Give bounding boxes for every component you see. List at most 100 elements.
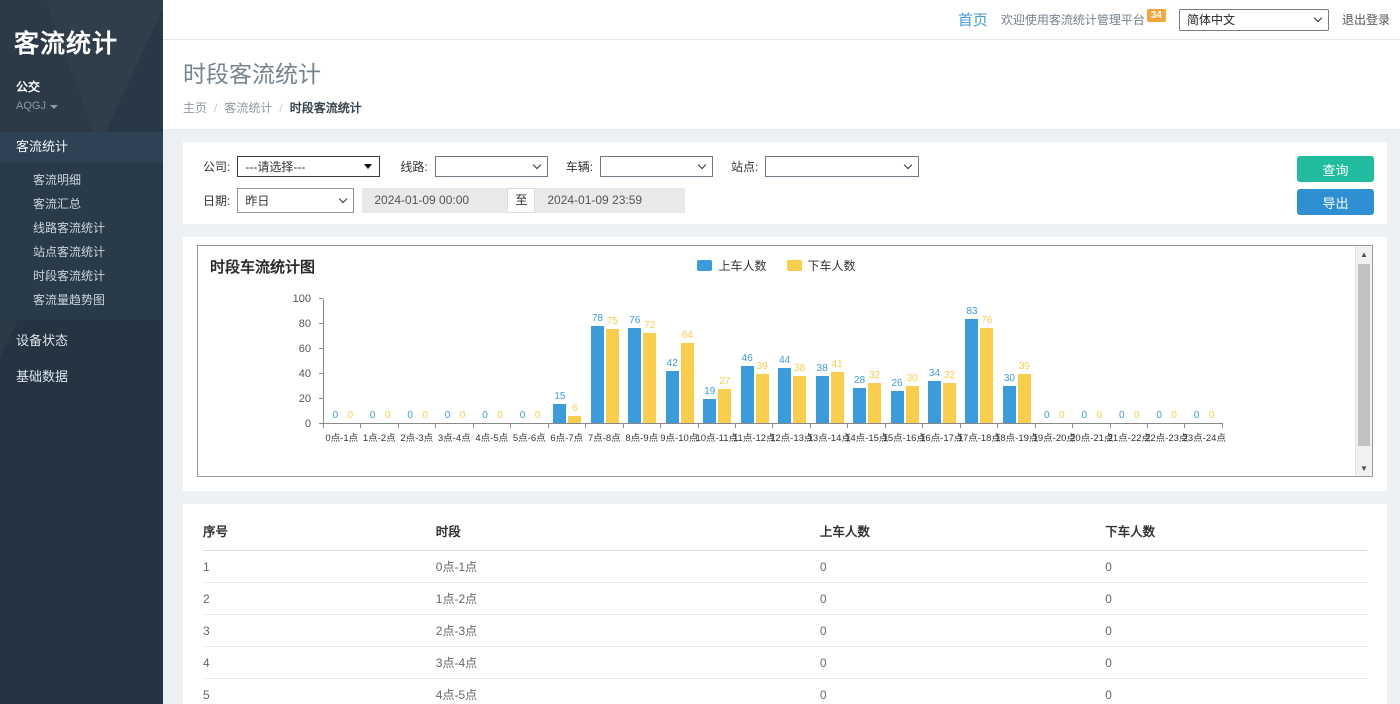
barwrap: 42 — [666, 298, 679, 423]
y-tick-label: 20 — [299, 393, 311, 405]
vehicle-select[interactable] — [600, 156, 713, 177]
scrollbar-thumb[interactable] — [1358, 264, 1370, 446]
barwrap: 0 — [456, 298, 469, 423]
sidebar-subitem-1[interactable]: 客流汇总 — [0, 192, 163, 216]
x-tick-label: 15点-16点 — [886, 430, 924, 444]
legend-item[interactable]: 下车人数 — [787, 257, 856, 274]
bar-alighting — [718, 389, 731, 423]
line-select[interactable] — [435, 156, 548, 177]
bar-alighting — [793, 376, 806, 424]
chart-box: 时段车流统计图 上车人数下车人数 020406080100 0000000000… — [197, 245, 1373, 477]
table-cell: 0 — [820, 583, 1105, 615]
y-tick-label: 80 — [299, 318, 311, 330]
x-axis-labels: 0点-1点1点-2点2点-3点3点-4点4点-5点5点-6点6点-7点7点-8点… — [323, 430, 1223, 444]
sidebar-item-1[interactable]: 基础数据 — [0, 362, 163, 392]
page-header: 时段客流统计 主页/客流统计/时段客流统计 — [163, 40, 1400, 130]
x-tick-label: 4点-5点 — [473, 430, 511, 444]
bar-boarding — [703, 399, 716, 423]
welcome-text: 欢迎使用客流统计管理平台34 — [1001, 11, 1166, 28]
content-area: 公司: ---请选择--- 线路: 车辆: 站点: — [163, 130, 1400, 704]
x-tick-label: 11点-12点 — [736, 430, 774, 444]
barwrap: 0 — [329, 298, 342, 423]
x-tick-label: 21点-22点 — [1111, 430, 1149, 444]
notification-badge[interactable]: 34 — [1147, 9, 1166, 22]
app-brand: 客流统计 — [0, 0, 163, 60]
scroll-up-arrow-icon[interactable]: ▲ — [1356, 246, 1372, 262]
table-cell: 0 — [1105, 583, 1367, 615]
bar-group: 3841 — [811, 298, 848, 423]
sidebar-subitem-5[interactable]: 客流量趋势图 — [0, 288, 163, 312]
company-select-value: ---请选择--- — [245, 158, 305, 175]
breadcrumb-separator: / — [279, 101, 282, 115]
table-cell: 3点-4点 — [436, 647, 820, 679]
y-axis: 020406080100 — [210, 299, 323, 424]
date-start-input[interactable]: 2024-01-09 00:00 — [362, 188, 507, 213]
date-preset-select[interactable]: 昨日 — [237, 188, 354, 213]
breadcrumb-current: 时段客流统计 — [290, 101, 362, 115]
company-select[interactable]: ---请选择--- — [237, 156, 380, 177]
barwrap: 0 — [1078, 298, 1091, 423]
table-cell: 2点-3点 — [436, 615, 820, 647]
bar-boarding — [928, 381, 941, 424]
table-cell: 3 — [203, 615, 436, 647]
welcome-label: 欢迎使用客流统计管理平台 — [1001, 13, 1145, 27]
station-label: 站点: — [731, 158, 758, 175]
barwrap: 0 — [1115, 298, 1128, 423]
bar-alighting — [868, 383, 881, 423]
chevron-down-icon — [904, 161, 912, 169]
sidebar-subitem-4[interactable]: 时段客流统计 — [0, 264, 163, 288]
main-area: 首页 欢迎使用客流统计管理平台34 简体中文 退出登录 时段客流统计 主页 / 客流… — [163, 0, 1400, 704]
barwrap: 0 — [366, 298, 379, 423]
barwrap: 76 — [980, 298, 993, 423]
date-preset-value: 昨日 — [245, 192, 269, 209]
home-link[interactable]: 首页 — [958, 9, 988, 30]
x-tick-label: 1点-2点 — [361, 430, 399, 444]
x-tick-label: 23点-24点 — [1186, 430, 1224, 444]
legend-label: 上车人数 — [718, 257, 766, 274]
language-value: 简体中文 — [1187, 11, 1235, 28]
action-buttons: 查询 导出 — [1297, 156, 1374, 215]
barwrap: 0 — [381, 298, 394, 423]
sidebar-subitem-2[interactable]: 线路客流统计 — [0, 216, 163, 240]
bar-group: 00 — [511, 298, 548, 423]
export-button[interactable]: 导出 — [1297, 189, 1374, 215]
x-tick-label: 8点-9点 — [623, 430, 661, 444]
sidebar-item-0[interactable]: 设备状态 — [0, 326, 163, 356]
x-tick-label: 14点-15点 — [848, 430, 886, 444]
query-button[interactable]: 查询 — [1297, 156, 1374, 182]
bar-boarding — [666, 371, 679, 424]
sidebar-section-passenger-stats[interactable]: 客流统计 — [0, 132, 163, 162]
vehicle-label: 车辆: — [566, 158, 593, 175]
bar-alighting — [906, 386, 919, 424]
page-title: 时段客流统计 — [183, 55, 1400, 89]
chart-plot-area: 020406080100 000000000000156787576724264… — [210, 299, 1223, 444]
breadcrumb-home[interactable]: 主页 — [183, 101, 207, 115]
language-select[interactable]: 简体中文 — [1179, 9, 1329, 31]
breadcrumb-passenger-stats[interactable]: 客流统计 — [224, 101, 272, 115]
filter-row-selects: 公司: ---请选择--- 线路: 车辆: 站点: — [203, 156, 1367, 177]
station-select[interactable] — [765, 156, 919, 177]
chevron-down-icon — [532, 161, 540, 169]
sidebar-submenu: 客流明细客流汇总线路客流统计站点客流统计时段客流统计客流量趋势图 — [0, 162, 163, 320]
y-tick-label: 0 — [305, 418, 311, 430]
y-tick-label: 60 — [299, 343, 311, 355]
x-tick-label: 10点-11点 — [698, 430, 736, 444]
chart-scrollbar[interactable]: ▲ ▼ — [1355, 246, 1372, 476]
barwrap: 0 — [1040, 298, 1053, 423]
org-code-dropdown[interactable]: AQGJ — [16, 100, 147, 112]
table-cell: 0 — [1105, 679, 1367, 704]
sidebar-subitem-3[interactable]: 站点客流统计 — [0, 240, 163, 264]
bar-group: 2630 — [886, 298, 923, 423]
table-row: 54点-5点00 — [203, 679, 1367, 704]
sidebar-subitem-0[interactable]: 客流明细 — [0, 168, 163, 192]
logout-link[interactable]: 退出登录 — [1342, 11, 1390, 28]
scroll-down-arrow-icon[interactable]: ▼ — [1356, 460, 1372, 476]
org-name: 公交 — [16, 78, 147, 95]
bar-group: 00 — [436, 298, 473, 423]
bar-group: 00 — [1185, 298, 1222, 423]
date-end-input[interactable]: 2024-01-09 23:59 — [535, 188, 685, 213]
table-body: 10点-1点0021点-2点0032点-3点0043点-4点0054点-5点00… — [203, 551, 1367, 704]
barwrap: 0 — [404, 298, 417, 423]
x-tick-label: 17点-18点 — [961, 430, 999, 444]
legend-item[interactable]: 上车人数 — [697, 257, 766, 274]
